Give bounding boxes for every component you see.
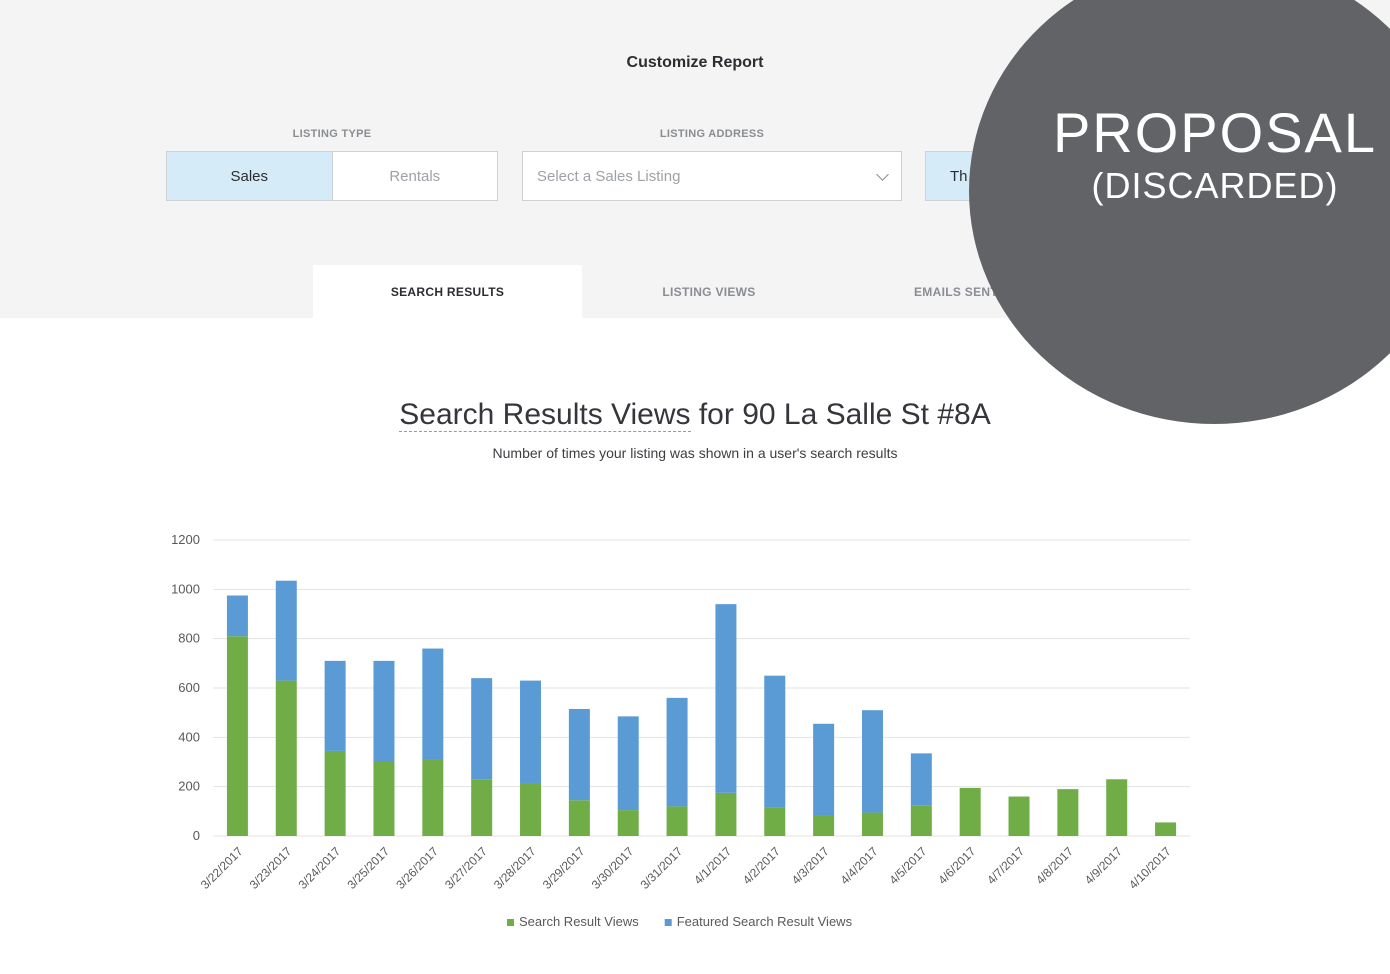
bar [226,636,248,836]
x-tick-label: 3/23/2017 [247,844,295,892]
y-tick-label: 800 [178,631,200,646]
x-tick-label: 3/24/2017 [296,844,344,892]
bar [617,716,639,811]
bar [666,697,688,807]
stamp-line-2: (DISCARDED) [1091,165,1339,206]
x-tick-label: 4/2/2017 [740,844,783,887]
bar [764,675,786,808]
x-tick-label: 3/29/2017 [540,844,588,892]
bar [715,792,737,836]
x-tick-label: 4/4/2017 [838,844,881,887]
bar [715,604,737,793]
bar [617,810,639,836]
bar [520,680,542,783]
x-tick-label: 4/9/2017 [1082,844,1125,887]
x-tick-label: 4/1/2017 [691,844,734,887]
x-tick-label: 4/8/2017 [1033,844,1076,887]
y-tick-label: 400 [178,729,200,744]
x-tick-label: 4/5/2017 [887,844,930,887]
legend-label: Search Result Views [519,914,639,929]
legend-swatch [507,919,514,926]
bar [324,750,346,836]
bar [959,787,981,836]
legend-label: Featured Search Result Views [677,914,853,929]
bar [373,660,395,762]
x-tick-label: 3/28/2017 [491,844,539,892]
y-tick-label: 0 [193,828,200,843]
y-tick-label: 200 [178,779,200,794]
bar [422,759,444,836]
bar [1106,779,1128,836]
x-tick-label: 3/26/2017 [393,844,441,892]
x-tick-label: 3/30/2017 [589,844,637,892]
bar [226,595,248,637]
bar [373,762,395,836]
bar [1155,822,1177,836]
x-tick-label: 4/10/2017 [1126,844,1174,892]
x-tick-label: 4/3/2017 [789,844,832,887]
bar [1057,789,1079,836]
bar [275,580,297,681]
bar [568,800,590,836]
bar [813,723,835,816]
bar [275,680,297,836]
y-tick-label: 1200 [171,532,200,547]
bar [471,678,493,780]
x-tick-label: 3/25/2017 [344,844,392,892]
bar [764,807,786,836]
x-tick-label: 4/6/2017 [935,844,978,887]
bar [910,805,932,836]
y-tick-label: 600 [178,680,200,695]
bar [861,710,883,813]
bar [910,753,932,806]
bar [813,815,835,836]
y-tick-label: 1000 [171,581,200,596]
x-tick-label: 4/7/2017 [984,844,1027,887]
x-tick-label: 3/27/2017 [442,844,490,892]
stamp-line-1: PROPOSAL [1052,101,1378,164]
bar [666,806,688,836]
bar [520,782,542,836]
x-tick-label: 3/31/2017 [638,844,686,892]
bar [568,708,590,801]
bar [1008,796,1030,836]
bar [861,812,883,836]
bar [422,648,444,760]
bar [324,660,346,751]
x-tick-label: 3/22/2017 [198,844,246,892]
bar [471,779,493,836]
legend-swatch [664,919,672,926]
